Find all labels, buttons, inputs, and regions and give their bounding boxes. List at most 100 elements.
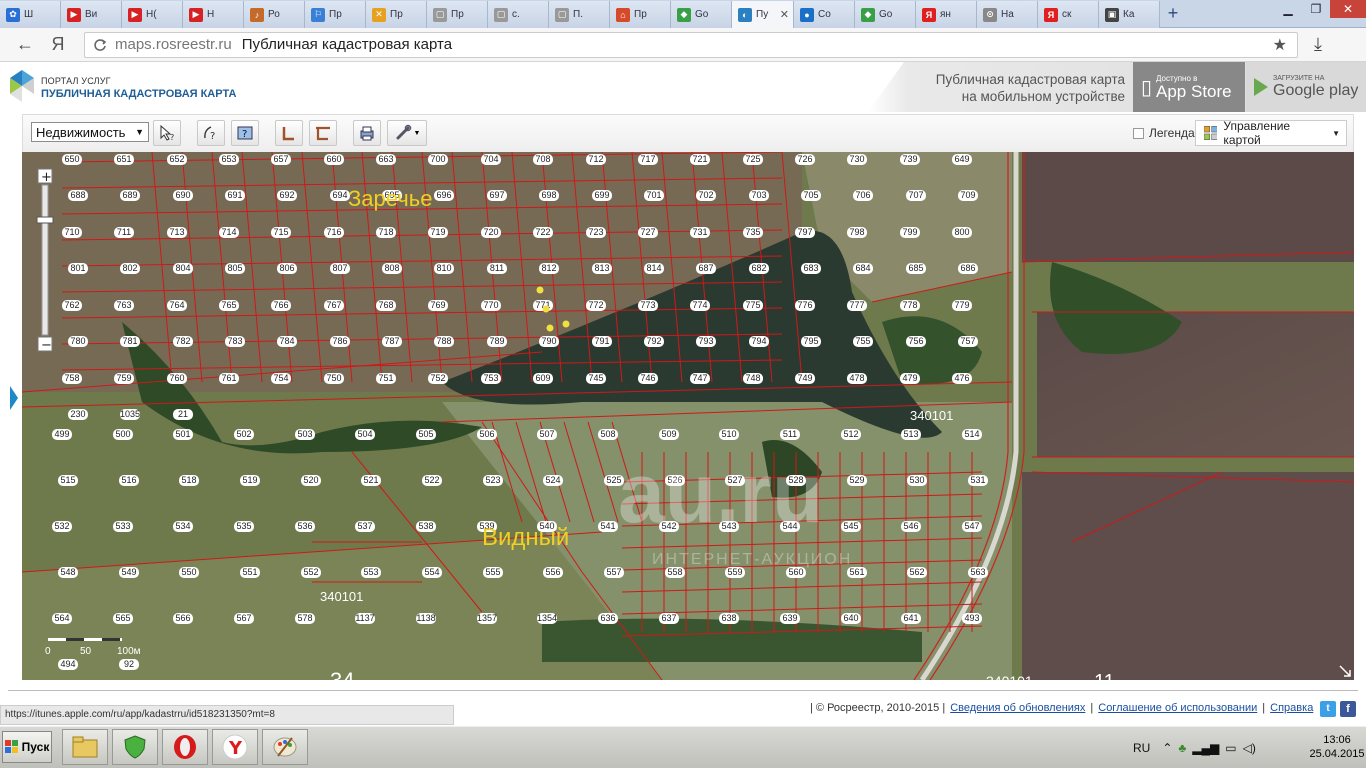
parcel-label[interactable]: 711	[114, 227, 134, 238]
parcel-label[interactable]: 721	[690, 154, 710, 165]
parcel-label[interactable]: 502	[234, 429, 254, 440]
parcel-label[interactable]: 745	[586, 373, 606, 384]
parcel-label[interactable]: 551	[240, 567, 260, 578]
parcel-label[interactable]: 778	[900, 300, 920, 311]
help-link[interactable]: Справка	[1270, 702, 1313, 714]
parcel-label[interactable]: 683	[801, 263, 821, 274]
parcel-label[interactable]: 567	[234, 613, 254, 624]
measure-area-button[interactable]	[309, 120, 337, 146]
parcel-label[interactable]: 692	[277, 190, 297, 201]
parcel-label[interactable]: 800	[952, 227, 972, 238]
reload-icon[interactable]	[93, 38, 107, 52]
maximize-button[interactable]: ❐	[1302, 0, 1330, 18]
parcel-label[interactable]: 609	[533, 373, 553, 384]
back-button[interactable]: ←	[10, 34, 40, 55]
parcel-label[interactable]: 808	[382, 263, 402, 274]
taskbar-opera[interactable]	[162, 729, 208, 765]
parcel-label[interactable]: 701	[644, 190, 664, 201]
parcel-label[interactable]: 503	[295, 429, 315, 440]
browser-tab[interactable]: ▶ Н	[183, 1, 244, 28]
portal-title[interactable]: ПУБЛИЧНАЯ КАДАСТРОВАЯ КАРТА	[41, 88, 236, 100]
parcel-label[interactable]: 754	[271, 373, 291, 384]
parcel-label[interactable]: 690	[173, 190, 193, 201]
parcel-label[interactable]: 493	[962, 613, 982, 624]
parcel-label[interactable]: 767	[324, 300, 344, 311]
start-button[interactable]: Пуск	[2, 731, 52, 763]
parcel-label[interactable]: 810	[434, 263, 454, 274]
parcel-label[interactable]: 760	[167, 373, 187, 384]
parcel-label[interactable]: 494	[58, 659, 78, 670]
parcel-label[interactable]: 718	[376, 227, 396, 238]
browser-tab[interactable]: ✕ Пр	[366, 1, 427, 28]
parcel-label[interactable]: 730	[847, 154, 867, 165]
parcel-label[interactable]: 705	[801, 190, 821, 201]
parcel-label[interactable]: 727	[638, 227, 658, 238]
parcel-label[interactable]: 703	[749, 190, 769, 201]
system-clock[interactable]: 13:06 25.04.2015	[1309, 733, 1365, 761]
parcel-label[interactable]: 565	[113, 613, 133, 624]
parcel-label[interactable]: 553	[361, 567, 381, 578]
parcel-label[interactable]: 747	[690, 373, 710, 384]
parcel-label[interactable]: 719	[428, 227, 448, 238]
browser-tab[interactable]: ⚐ Пр	[305, 1, 366, 28]
parcel-label[interactable]: 781	[120, 336, 140, 347]
parcel-label[interactable]: 547	[962, 521, 982, 532]
parcel-label[interactable]: 554	[422, 567, 442, 578]
browser-tab[interactable]: ▣ Ка	[1099, 1, 1160, 28]
new-tab-button[interactable]: +	[1160, 0, 1186, 27]
parcel-label[interactable]: 766	[271, 300, 291, 311]
parcel-label[interactable]: 558	[665, 567, 685, 578]
parcel-label[interactable]: 653	[219, 154, 239, 165]
parcel-label[interactable]: 797	[795, 227, 815, 238]
parcel-label[interactable]: 549	[119, 567, 139, 578]
print-button[interactable]	[353, 120, 381, 146]
volume-icon[interactable]: ◁)	[1243, 741, 1256, 755]
network-signal-icon[interactable]: ▂▄▆	[1192, 741, 1219, 755]
parcel-label[interactable]: 691	[225, 190, 245, 201]
parcel-label[interactable]: 545	[841, 521, 861, 532]
parcel-label[interactable]: 500	[113, 429, 133, 440]
parcel-label[interactable]: 697	[487, 190, 507, 201]
parcel-label[interactable]: 755	[853, 336, 873, 347]
parcel-label[interactable]: 768	[376, 300, 396, 311]
parcel-label[interactable]: 641	[901, 613, 921, 624]
parcel-label[interactable]: 508	[598, 429, 618, 440]
parcel-label[interactable]: 714	[219, 227, 239, 238]
parcel-label[interactable]: 1137	[355, 613, 375, 624]
parcel-label[interactable]: 764	[167, 300, 187, 311]
parcel-label[interactable]: 716	[324, 227, 344, 238]
search-area-button[interactable]: ?	[197, 120, 225, 146]
parcel-label[interactable]: 660	[324, 154, 344, 165]
browser-tab[interactable]: ▶ Ви	[61, 1, 122, 28]
parcel-label[interactable]: 709	[958, 190, 978, 201]
map-canvas[interactable]: 650 651 652 653 657 660 663 700 704 708 712 717 721 7…	[22, 152, 1354, 680]
parcel-label[interactable]: 684	[853, 263, 873, 274]
parcel-label[interactable]: 806	[277, 263, 297, 274]
parcel-label[interactable]: 230	[68, 409, 88, 420]
selected-point[interactable]	[542, 305, 550, 313]
parcel-label[interactable]: 757	[958, 336, 978, 347]
parcel-label[interactable]: 524	[543, 475, 563, 486]
parcel-label[interactable]: 788	[434, 336, 454, 347]
parcel-label[interactable]: 533	[113, 521, 133, 532]
parcel-label[interactable]: 706	[853, 190, 873, 201]
parcel-label[interactable]: 746	[638, 373, 658, 384]
parcel-label[interactable]: 682	[749, 263, 769, 274]
parcel-label[interactable]: 726	[795, 154, 815, 165]
parcel-label[interactable]: 578	[295, 613, 315, 624]
parcel-label[interactable]: 532	[52, 521, 72, 532]
browser-tab[interactable]: ▢ П.	[549, 1, 610, 28]
parcel-label[interactable]: 561	[847, 567, 867, 578]
parcel-label[interactable]: 793	[696, 336, 716, 347]
parcel-label[interactable]: 564	[52, 613, 72, 624]
parcel-label[interactable]: 694	[330, 190, 350, 201]
parcel-label[interactable]: 804	[173, 263, 193, 274]
parcel-label[interactable]: 769	[428, 300, 448, 311]
parcel-label[interactable]: 555	[483, 567, 503, 578]
parcel-label[interactable]: 536	[295, 521, 315, 532]
parcel-label[interactable]: 794	[749, 336, 769, 347]
parcel-label[interactable]: 789	[487, 336, 507, 347]
parcel-label[interactable]: 538	[416, 521, 436, 532]
parcel-label[interactable]: 765	[219, 300, 239, 311]
parcel-label[interactable]: 1035	[120, 409, 140, 420]
